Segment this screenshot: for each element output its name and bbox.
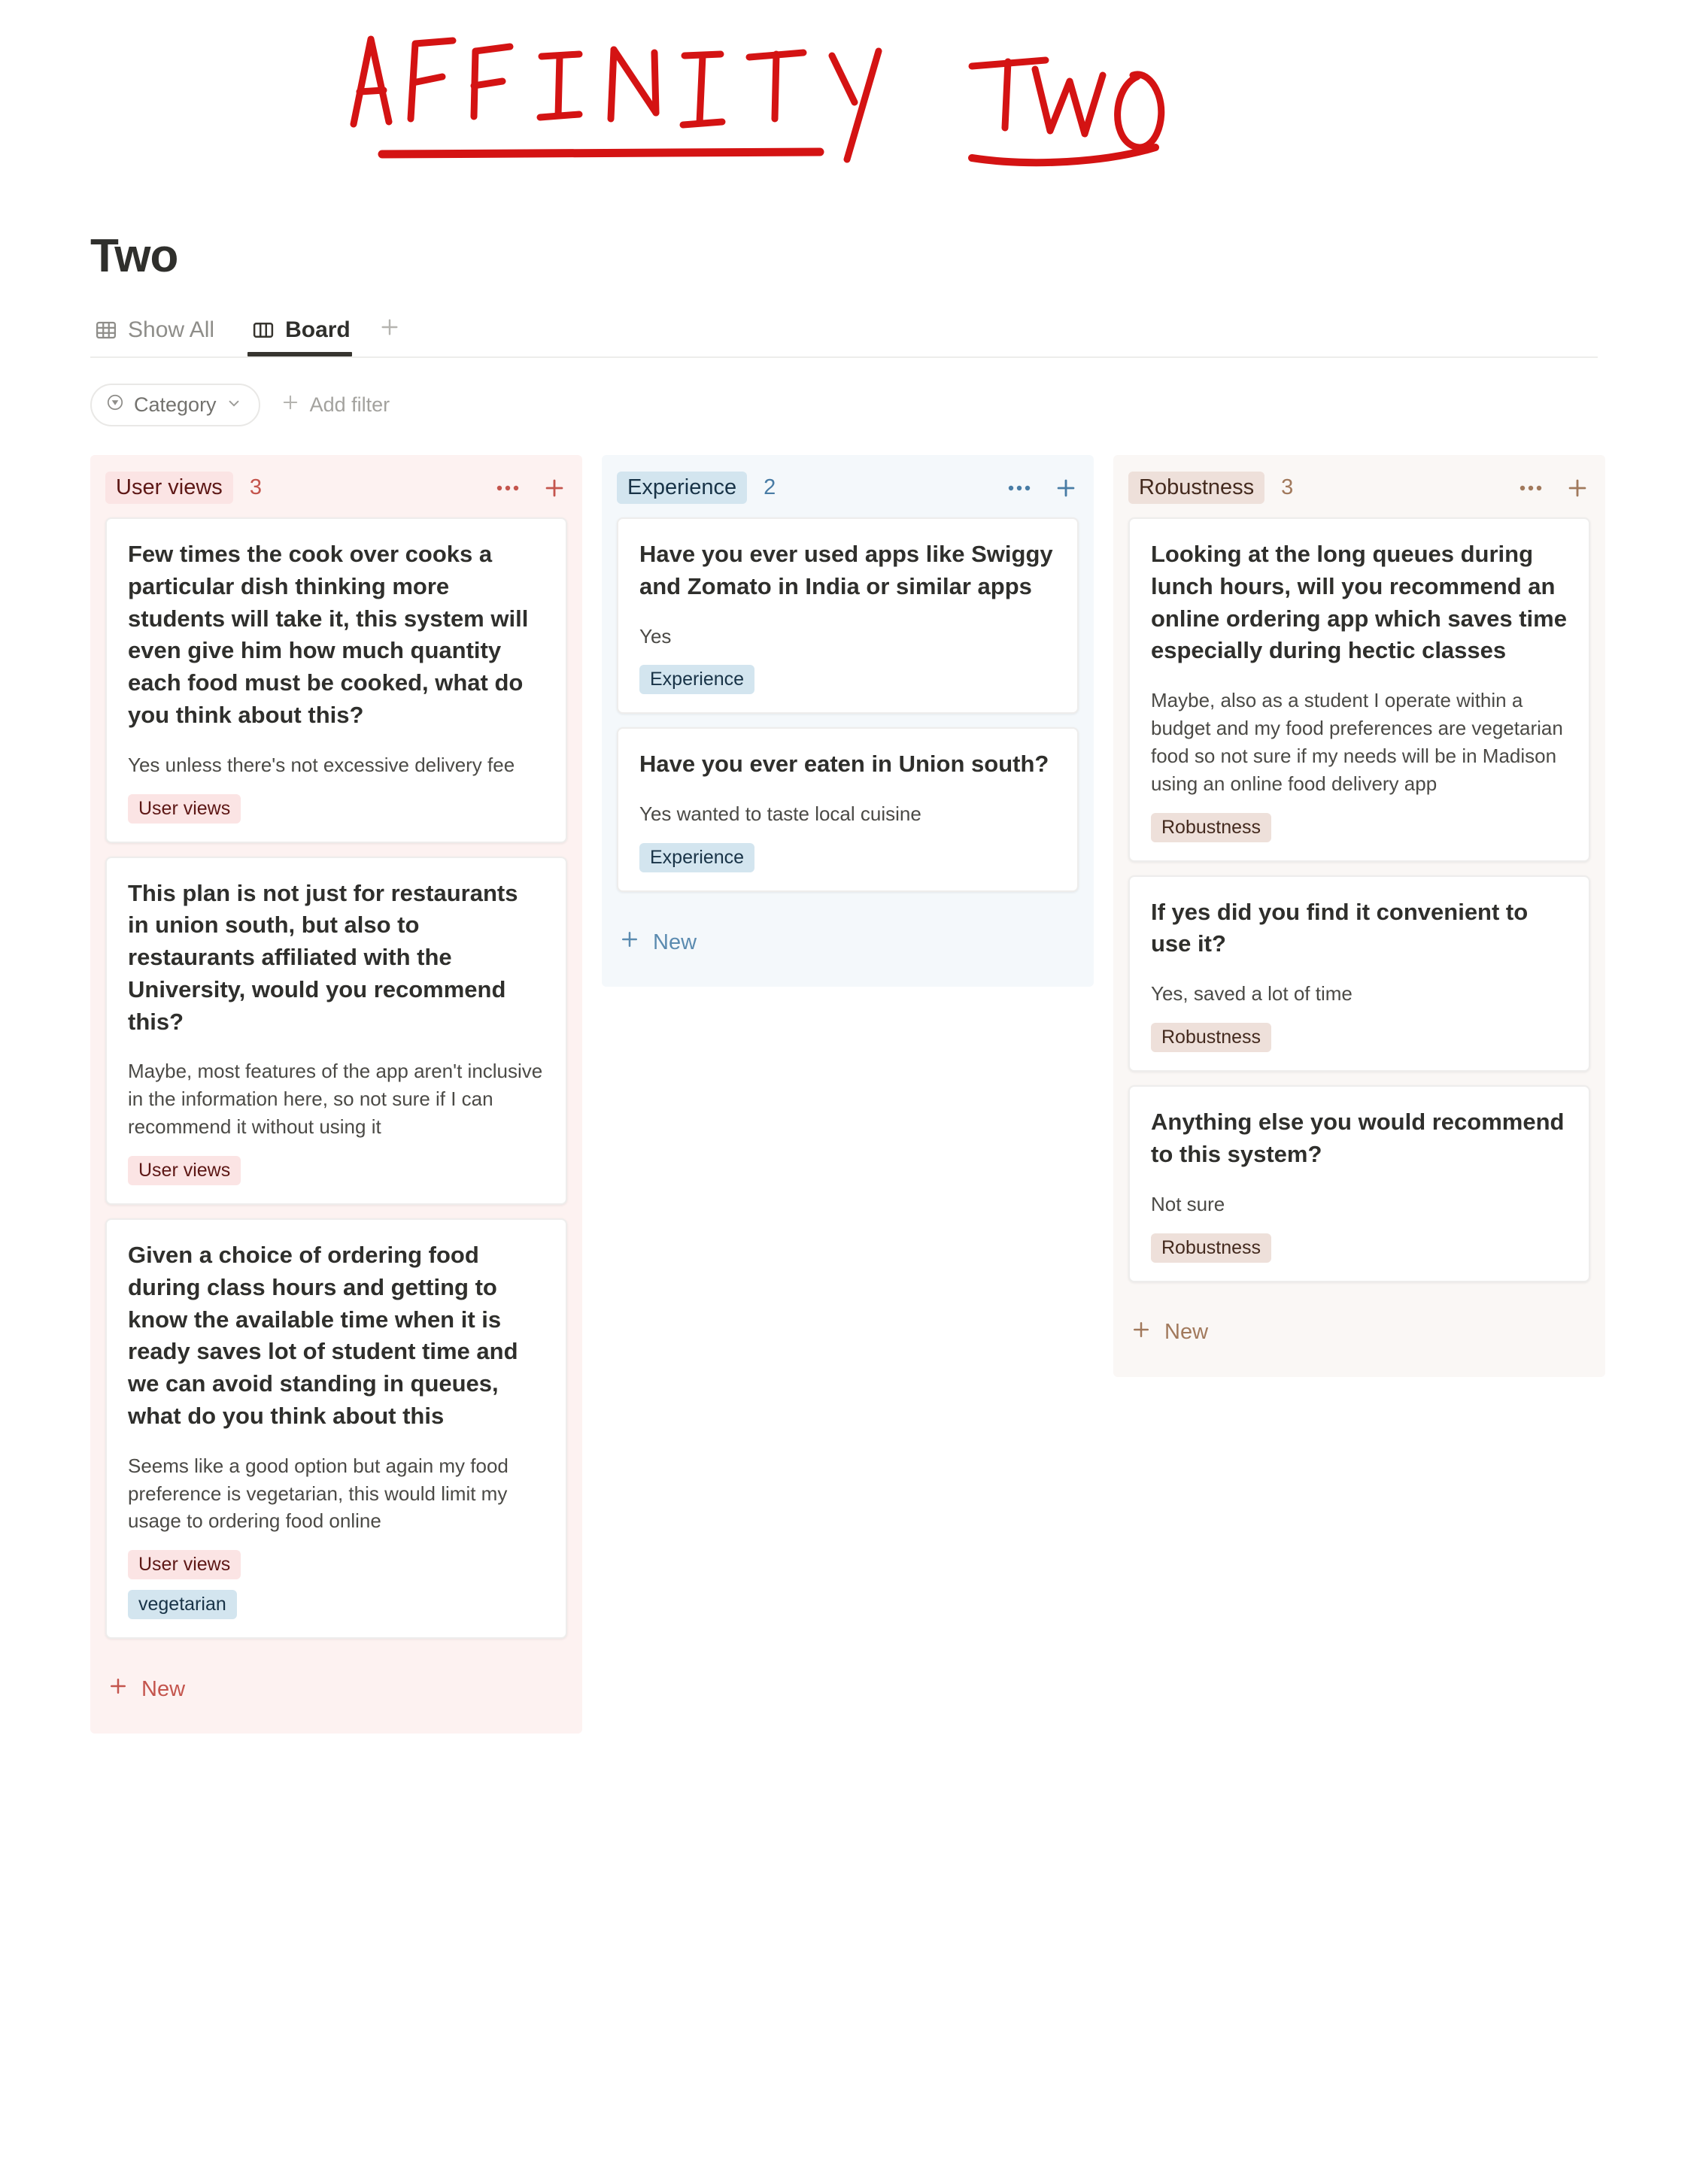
chevron-down-icon <box>226 393 242 417</box>
card-tag-list: User views <box>128 1156 545 1186</box>
card-tag[interactable]: Experience <box>639 665 755 695</box>
card-answer: Maybe, also as a student I operate withi… <box>1151 689 1563 795</box>
plus-icon[interactable] <box>1053 475 1079 501</box>
view-tabs: Show All Board <box>90 310 1598 356</box>
card-answer: Yes unless there's not excessive deliver… <box>128 753 515 776</box>
board-card[interactable]: Have you ever eaten in Union south? Yes … <box>617 727 1079 893</box>
column-name-tag[interactable]: Robustness <box>1128 472 1265 504</box>
add-new-card-button[interactable]: New <box>90 1652 582 1734</box>
card-tag-list: Robustness <box>1151 1233 1568 1263</box>
card-answer: Yes, saved a lot of time <box>1151 982 1353 1006</box>
tab-board-label: Board <box>285 317 351 342</box>
card-tag-list: Robustness <box>1151 1023 1568 1053</box>
add-new-card-label: New <box>653 930 697 954</box>
card-tag[interactable]: User views <box>128 1550 241 1580</box>
board-columns-icon <box>252 319 275 341</box>
card-tag[interactable]: User views <box>128 1156 241 1186</box>
affinity-two-handwriting <box>350 35 1165 167</box>
card-answer: Maybe, most features of the app aren't i… <box>128 1060 543 1139</box>
card-tag-list: User views <box>128 793 545 824</box>
board-card[interactable]: If yes did you find it convenient to use… <box>1128 875 1590 1072</box>
board-card[interactable]: Few times the cook over cooks a particul… <box>105 517 567 843</box>
column-cards: Looking at the long queues during lunch … <box>1113 517 1605 1282</box>
plus-icon <box>618 928 641 957</box>
card-tag[interactable]: User views <box>128 793 241 824</box>
column-actions <box>1520 475 1590 501</box>
handwritten-annotation <box>248 23 1226 196</box>
card-title: This plan is not just for restaurants in… <box>128 879 518 1035</box>
tab-show-all[interactable]: Show All <box>90 317 228 356</box>
board-card[interactable]: Given a choice of ordering food during c… <box>105 1218 567 1640</box>
add-new-card-button[interactable]: New <box>1113 1296 1605 1377</box>
card-answer: Seems like a good option but again my fo… <box>128 1454 509 1533</box>
board-column: Robustness 3 Looking at the long queues … <box>1113 455 1605 1377</box>
card-tag-list: Experience <box>639 843 1056 873</box>
card-title: Have you ever used apps like Swiggy and … <box>639 541 1053 599</box>
column-header: User views 3 <box>90 455 582 517</box>
board-column: Experience 2 Have you ever used apps lik… <box>602 455 1094 987</box>
board-page: Two Show All Board Category Add filter U… <box>0 233 1688 1734</box>
column-cards: Have you ever used apps like Swiggy and … <box>602 517 1094 893</box>
card-title: Looking at the long queues during lunch … <box>1151 541 1567 664</box>
board-card[interactable]: This plan is not just for restaurants in… <box>105 856 567 1206</box>
card-tag[interactable]: Experience <box>639 843 755 873</box>
card-tag[interactable]: vegetarian <box>128 1590 237 1620</box>
column-cards: Few times the cook over cooks a particul… <box>90 517 582 1640</box>
board-columns: User views 3 Few times the cook over coo… <box>90 449 1605 1734</box>
card-title: Given a choice of ordering food during c… <box>128 1242 518 1429</box>
page-title: Two <box>90 230 178 282</box>
add-new-card-button[interactable]: New <box>602 905 1094 987</box>
table-icon <box>95 319 117 341</box>
column-name-tag[interactable]: Experience <box>617 472 748 504</box>
add-new-card-label: New <box>141 1676 186 1701</box>
filter-bar: Category Add filter <box>90 358 1598 449</box>
column-actions <box>496 475 567 501</box>
column-header: Experience 2 <box>602 455 1094 517</box>
card-tag-list: Robustness <box>1151 812 1568 842</box>
card-tag[interactable]: Robustness <box>1151 1233 1272 1263</box>
add-new-card-label: New <box>1164 1320 1209 1345</box>
card-answer: Not sure <box>1151 1192 1225 1215</box>
card-title: Few times the cook over cooks a particul… <box>128 541 529 728</box>
card-tag[interactable]: Robustness <box>1151 812 1272 842</box>
column-count: 3 <box>249 475 262 499</box>
board-column: User views 3 Few times the cook over coo… <box>90 455 582 1734</box>
plus-icon <box>107 1675 129 1703</box>
plus-icon[interactable] <box>542 475 567 501</box>
board-card[interactable]: Looking at the long queues during lunch … <box>1128 517 1590 862</box>
add-filter-label: Add filter <box>309 393 390 416</box>
filter-circle-icon <box>105 393 125 417</box>
ellipsis-icon[interactable] <box>496 484 519 492</box>
plus-icon <box>1130 1318 1152 1347</box>
plus-icon <box>378 315 402 343</box>
card-tag[interactable]: Robustness <box>1151 1023 1272 1053</box>
ellipsis-icon[interactable] <box>1008 484 1031 492</box>
card-tag-list: User views vegetarian <box>128 1550 545 1620</box>
column-count: 2 <box>764 475 776 499</box>
column-name-tag[interactable]: User views <box>105 472 233 504</box>
ellipsis-icon[interactable] <box>1520 484 1542 492</box>
card-tag-list: Experience <box>639 665 1056 695</box>
tab-board[interactable]: Board <box>247 317 364 356</box>
filter-category[interactable]: Category <box>90 384 260 426</box>
card-title: Anything else you would recommend to thi… <box>1151 1109 1565 1167</box>
add-view-button[interactable] <box>364 315 411 356</box>
column-header: Robustness 3 <box>1113 455 1605 517</box>
tab-show-all-label: Show All <box>128 317 215 342</box>
add-filter-button[interactable]: Add filter <box>280 392 390 418</box>
column-actions <box>1008 475 1079 501</box>
card-answer: Yes wanted to taste local cuisine <box>639 802 921 826</box>
card-title: If yes did you find it convenient to use… <box>1151 898 1529 957</box>
column-count: 3 <box>1281 475 1294 499</box>
card-title: Have you ever eaten in Union south? <box>639 751 1049 778</box>
board-card[interactable]: Anything else you would recommend to thi… <box>1128 1085 1590 1282</box>
card-answer: Yes <box>639 624 672 648</box>
board-card[interactable]: Have you ever used apps like Swiggy and … <box>617 517 1079 714</box>
plus-icon <box>280 392 301 418</box>
plus-icon[interactable] <box>1565 475 1590 501</box>
filter-category-label: Category <box>134 393 217 416</box>
